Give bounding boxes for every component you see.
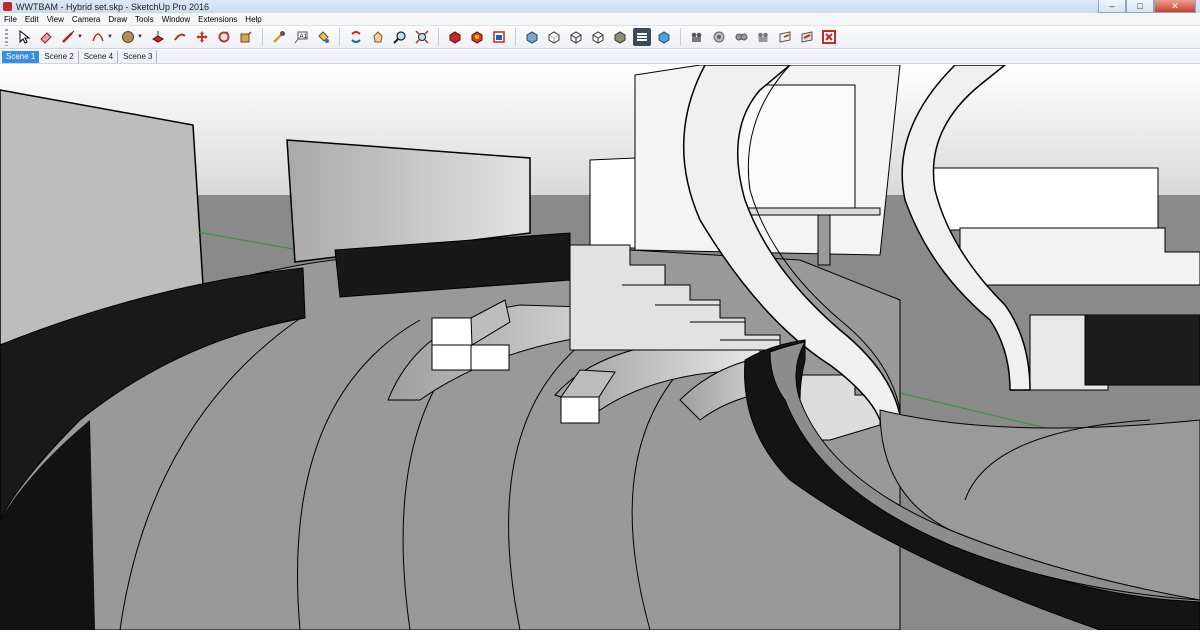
pan-icon[interactable]	[369, 28, 387, 46]
title-bar: WWTBAM - Hybrid set.skp - SketchUp Pro 2…	[0, 0, 1200, 13]
scene-tab-2[interactable]: Scene 2	[40, 51, 79, 63]
window-title: WWTBAM - Hybrid set.skp - SketchUp Pro 2…	[16, 1, 210, 12]
toolbar: ▼ ▼ ▼ A1	[0, 26, 1200, 49]
section-plane-icon[interactable]	[776, 28, 794, 46]
menu-view[interactable]: View	[43, 15, 68, 24]
shape-dropdown-icon[interactable]: ▼	[137, 34, 144, 40]
zoom-extents-icon[interactable]	[413, 28, 431, 46]
scene-tab-4[interactable]: Scene 4	[80, 51, 119, 63]
white-seat-block	[560, 396, 600, 424]
follow-me-icon[interactable]	[171, 28, 189, 46]
look-around-icon[interactable]	[710, 28, 728, 46]
display-section-icon[interactable]	[798, 28, 816, 46]
position-camera-icon[interactable]	[754, 28, 772, 46]
toolbar-separator	[339, 28, 340, 46]
select-tool-icon[interactable]	[15, 28, 33, 46]
right-black-barrier	[1084, 314, 1200, 386]
menu-window[interactable]: Window	[158, 15, 194, 24]
paint-bucket-icon[interactable]	[314, 28, 332, 46]
monochrome-style-icon[interactable]	[655, 28, 673, 46]
toolbar-separator	[262, 28, 263, 46]
sketchup-exit-icon[interactable]	[820, 28, 838, 46]
3d-warehouse-icon[interactable]	[446, 28, 464, 46]
white-seat-block	[431, 344, 473, 371]
scene-tab-3[interactable]: Scene 3	[119, 51, 158, 63]
eraser-tool-icon[interactable]	[37, 28, 55, 46]
white-seat-block	[470, 344, 510, 371]
scene-tabs: Scene 1 Scene 2 Scene 4 Scene 3	[0, 50, 1200, 64]
sketchup-app-icon	[3, 2, 12, 11]
scene-tab-1[interactable]: Scene 1	[2, 51, 40, 63]
menu-camera[interactable]: Camera	[68, 15, 104, 24]
toolbar-grip[interactable]	[5, 28, 8, 46]
toolbar-separator	[515, 28, 516, 46]
back-edges-style-icon[interactable]	[545, 28, 563, 46]
maximize-button[interactable]: □	[1126, 0, 1154, 13]
balcony-ledge	[739, 207, 881, 216]
minimize-button[interactable]: –	[1098, 0, 1126, 13]
menu-draw[interactable]: Draw	[104, 15, 131, 24]
upper-stair-treads	[959, 227, 1200, 286]
line-dropdown-icon[interactable]: ▼	[77, 34, 84, 40]
model-viewport	[0, 64, 1200, 631]
layout-icon[interactable]	[490, 28, 508, 46]
scale-tool-icon[interactable]	[237, 28, 255, 46]
walk-icon[interactable]	[732, 28, 750, 46]
rotate-tool-icon[interactable]	[215, 28, 233, 46]
arc-tool-icon[interactable]	[89, 28, 107, 46]
toolbar-separator	[680, 28, 681, 46]
shaded-textures-icon[interactable]	[633, 28, 651, 46]
menu-help[interactable]: Help	[241, 15, 265, 24]
push-pull-tool-icon[interactable]	[149, 28, 167, 46]
white-seat-block	[431, 317, 473, 347]
truss-support	[817, 214, 831, 266]
zoom-icon[interactable]	[391, 28, 409, 46]
menu-edit[interactable]: Edit	[21, 15, 43, 24]
window-controls: – □ ✕	[1098, 0, 1196, 13]
tape-measure-icon[interactable]	[270, 28, 288, 46]
close-button[interactable]: ✕	[1154, 0, 1196, 13]
toolbar-separator	[438, 28, 439, 46]
orbit-icon[interactable]	[347, 28, 365, 46]
upper-platform	[919, 167, 1159, 231]
svg-text:A1: A1	[300, 34, 308, 40]
shape-tool-icon[interactable]	[119, 28, 137, 46]
move-tool-icon[interactable]	[193, 28, 211, 46]
extension-warehouse-icon[interactable]	[468, 28, 486, 46]
text-tool-icon[interactable]: A1	[292, 28, 310, 46]
line-tool-icon[interactable]	[59, 28, 77, 46]
add-camera-icon[interactable]	[688, 28, 706, 46]
menu-tools[interactable]: Tools	[131, 15, 158, 24]
menu-extensions[interactable]: Extensions	[194, 15, 241, 24]
arc-dropdown-icon[interactable]: ▼	[107, 34, 114, 40]
balcony-panel	[734, 84, 856, 209]
drawing-area[interactable]	[0, 64, 1200, 631]
back-wall-panel	[589, 157, 636, 249]
menu-bar: File Edit View Camera Draw Tools Window …	[0, 13, 1200, 26]
xray-style-icon[interactable]	[523, 28, 541, 46]
shaded-style-icon[interactable]	[611, 28, 629, 46]
hidden-line-style-icon[interactable]	[589, 28, 607, 46]
menu-file[interactable]: File	[0, 15, 21, 24]
wireframe-style-icon[interactable]	[567, 28, 585, 46]
